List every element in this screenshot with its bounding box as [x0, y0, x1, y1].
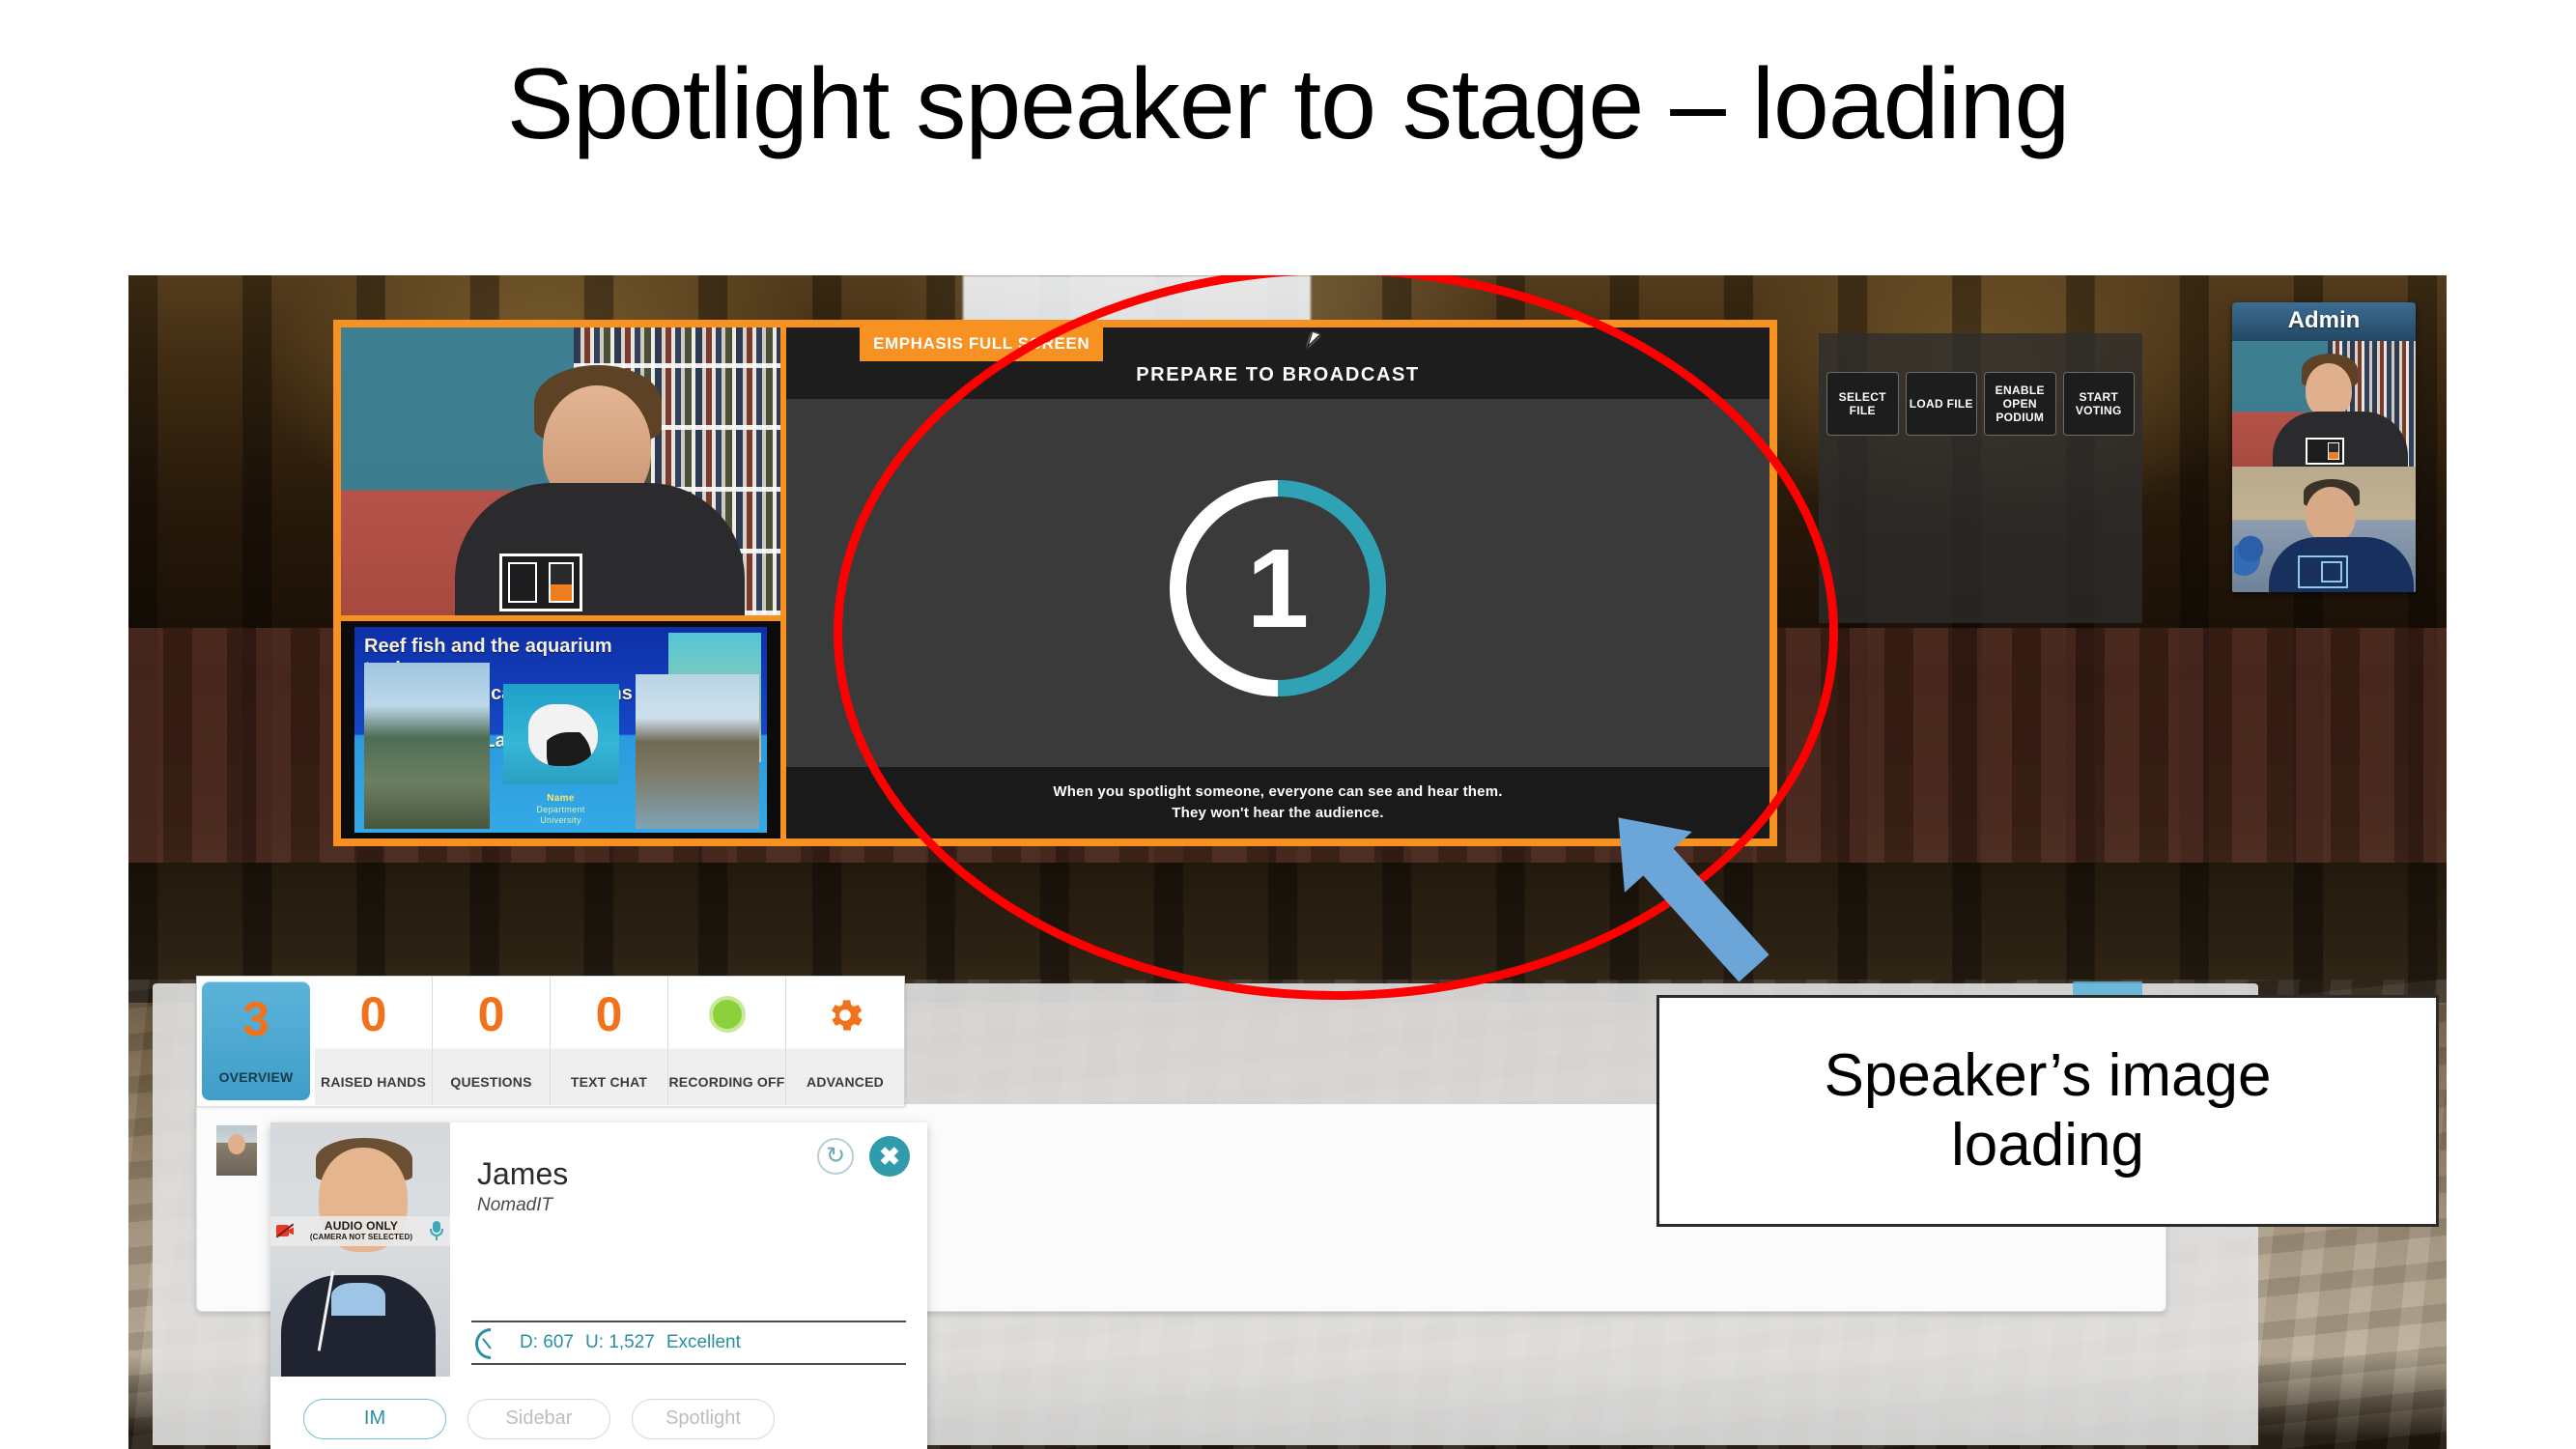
- tab-advanced[interactable]: ADVANCED: [786, 977, 904, 1105]
- participant-thumbnail[interactable]: [216, 1125, 257, 1176]
- prepare-to-broadcast-text: PREPARE TO BROADCAST: [1136, 364, 1420, 385]
- hoodie-logo-icon: [2298, 555, 2349, 588]
- control-tab-bar: 3 OVERVIEW 0 RAISED HANDS 0 QUESTIONS 0 …: [196, 976, 905, 1106]
- spotlight-countdown-panel: EMPHASIS FULL SCREEN PREPARE TO BROADCAS…: [786, 327, 1769, 838]
- gear-icon: [824, 994, 866, 1041]
- participant-info: James NomadIT D: 607 U: 1,527 Excellent: [450, 1122, 927, 1377]
- countdown-footer-line2: They won't hear the audience.: [1172, 805, 1384, 821]
- tab-questions-label: QUESTIONS: [450, 1074, 532, 1090]
- enable-open-podium-button[interactable]: ENABLE OPEN PODIUM: [1984, 372, 2056, 436]
- tab-overview[interactable]: 3 OVERVIEW: [202, 981, 310, 1100]
- upstream-rate: U: 1,527: [584, 1332, 655, 1352]
- microphone-icon: [429, 1221, 444, 1241]
- start-voting-label: START VOTING: [2075, 389, 2122, 417]
- participant-video-preview[interactable]: AUDIO ONLY (CAMERA NOT SELECTED): [270, 1122, 450, 1377]
- presentation-slide: Spotlight speaker to stage – loading SEL…: [0, 0, 2576, 1449]
- admin-panel-title: Admin: [2232, 302, 2416, 341]
- tab-advanced-label: ADVANCED: [807, 1074, 884, 1090]
- presentation-slide-tile[interactable]: Reef fish and the aquarium trade: Socio-…: [341, 621, 780, 838]
- questions-count: 0: [477, 987, 505, 1041]
- text-chat-count: 0: [595, 987, 623, 1041]
- tab-questions[interactable]: 0 QUESTIONS: [433, 977, 551, 1105]
- emphasis-full-screen-badge[interactable]: EMPHASIS FULL SCREEN: [860, 327, 1104, 361]
- tab-recording[interactable]: RECORDING OFF: [668, 977, 786, 1105]
- plant-decor: [2234, 522, 2267, 577]
- credit-name: Name: [547, 792, 575, 804]
- avatar: [2306, 486, 2356, 543]
- callout-box: Speaker’s image loading: [1656, 995, 2439, 1227]
- enable-open-podium-label: ENABLE OPEN PODIUM: [1995, 383, 2045, 425]
- downstream-rate: D: 607: [520, 1332, 574, 1352]
- countdown-topbar: EMPHASIS FULL SCREEN PREPARE TO BROADCAS…: [786, 327, 1769, 399]
- tab-text-chat[interactable]: 0 TEXT CHAT: [551, 977, 668, 1105]
- slide-credit: Name Department University: [341, 792, 780, 827]
- countdown-number: 1: [1246, 525, 1310, 651]
- participant-card-actions: IM Sidebar Spotlight: [270, 1377, 927, 1449]
- spotlight-label: Spotlight: [665, 1407, 741, 1429]
- load-file-label: LOAD FILE: [1909, 396, 1973, 411]
- advanced-tools-panel: SELECT FILE LOAD FILE ENABLE OPEN PODIUM…: [1819, 333, 2142, 623]
- participant-name: James: [477, 1156, 569, 1191]
- page-title: Spotlight speaker to stage – loading: [506, 48, 2071, 160]
- callout-text: Speaker’s image loading: [1825, 1041, 2272, 1180]
- app-screenshot: SELECT FILE LOAD FILE ENABLE OPEN PODIUM…: [128, 275, 2447, 1449]
- speaker-video-tile[interactable]: [341, 327, 780, 615]
- participant-tee: [331, 1282, 386, 1316]
- camera-not-selected-label: (CAMERA NOT SELECTED): [309, 1232, 413, 1241]
- tab-overview-label: OVERVIEW: [218, 1069, 294, 1085]
- sidebar-button[interactable]: Sidebar: [467, 1398, 610, 1439]
- connection-stats: D: 607 U: 1,527 Excellent: [468, 1321, 906, 1366]
- speed-gauge-icon: [468, 1321, 513, 1366]
- admin-video-panel[interactable]: Admin: [2232, 302, 2416, 592]
- spotlight-button[interactable]: Spotlight: [632, 1398, 775, 1439]
- audio-only-overlay: AUDIO ONLY (CAMERA NOT SELECTED): [270, 1216, 450, 1246]
- shirt-logo-icon: [2306, 438, 2344, 465]
- clown-triggerfish-photo: [503, 684, 619, 784]
- countdown-ring-wrap: 1: [786, 434, 1769, 742]
- shirt-logo-icon: [498, 554, 582, 611]
- im-label: IM: [363, 1407, 386, 1429]
- credit-department: Department: [536, 804, 585, 814]
- countdown-footer-line1: When you spotlight someone, everyone can…: [1053, 782, 1503, 800]
- admin-video-tile-1[interactable]: [2232, 341, 2416, 467]
- admin-video-tile-2[interactable]: [2232, 467, 2416, 592]
- camera-off-icon: [275, 1223, 295, 1239]
- participant-organisation: NomadIT: [477, 1195, 553, 1216]
- select-file-button[interactable]: SELECT FILE: [1826, 372, 1899, 436]
- recording-status-icon: [708, 996, 746, 1033]
- tab-raised-hands[interactable]: 0 RAISED HANDS: [315, 977, 433, 1105]
- callout-line2: loading: [1951, 1112, 2144, 1179]
- tab-text-chat-label: TEXT CHAT: [570, 1074, 648, 1090]
- audio-only-label: AUDIO ONLY: [324, 1219, 399, 1234]
- sidebar-label: Sidebar: [505, 1407, 573, 1429]
- tool-button-row: SELECT FILE LOAD FILE ENABLE OPEN PODIUM…: [1819, 333, 2142, 436]
- overview-count: 3: [242, 992, 269, 1046]
- participant-detail-card: ↻ ✖ AUDIO ONLY (CAMERA NOT SELECTED) Jam…: [270, 1122, 927, 1449]
- callout-line1: Speaker’s image: [1824, 1042, 2272, 1110]
- start-voting-button[interactable]: START VOTING: [2062, 372, 2135, 436]
- credit-university: University: [540, 815, 581, 826]
- connection-quality: Excellent: [665, 1332, 741, 1352]
- select-file-label: SELECT FILE: [1838, 389, 1886, 417]
- countdown-progress-ring: 1: [1170, 479, 1386, 696]
- stage-frame: Reef fish and the aquarium trade: Socio-…: [333, 320, 1777, 846]
- im-button[interactable]: IM: [303, 1398, 446, 1439]
- stage-left-column: Reef fish and the aquarium trade: Socio-…: [341, 327, 780, 838]
- load-file-button[interactable]: LOAD FILE: [1905, 372, 1977, 436]
- tab-recording-label: RECORDING OFF: [668, 1074, 785, 1090]
- avatar: [2306, 363, 2352, 418]
- tab-raised-hands-label: RAISED HANDS: [321, 1074, 426, 1090]
- raised-hands-count: 0: [359, 987, 387, 1041]
